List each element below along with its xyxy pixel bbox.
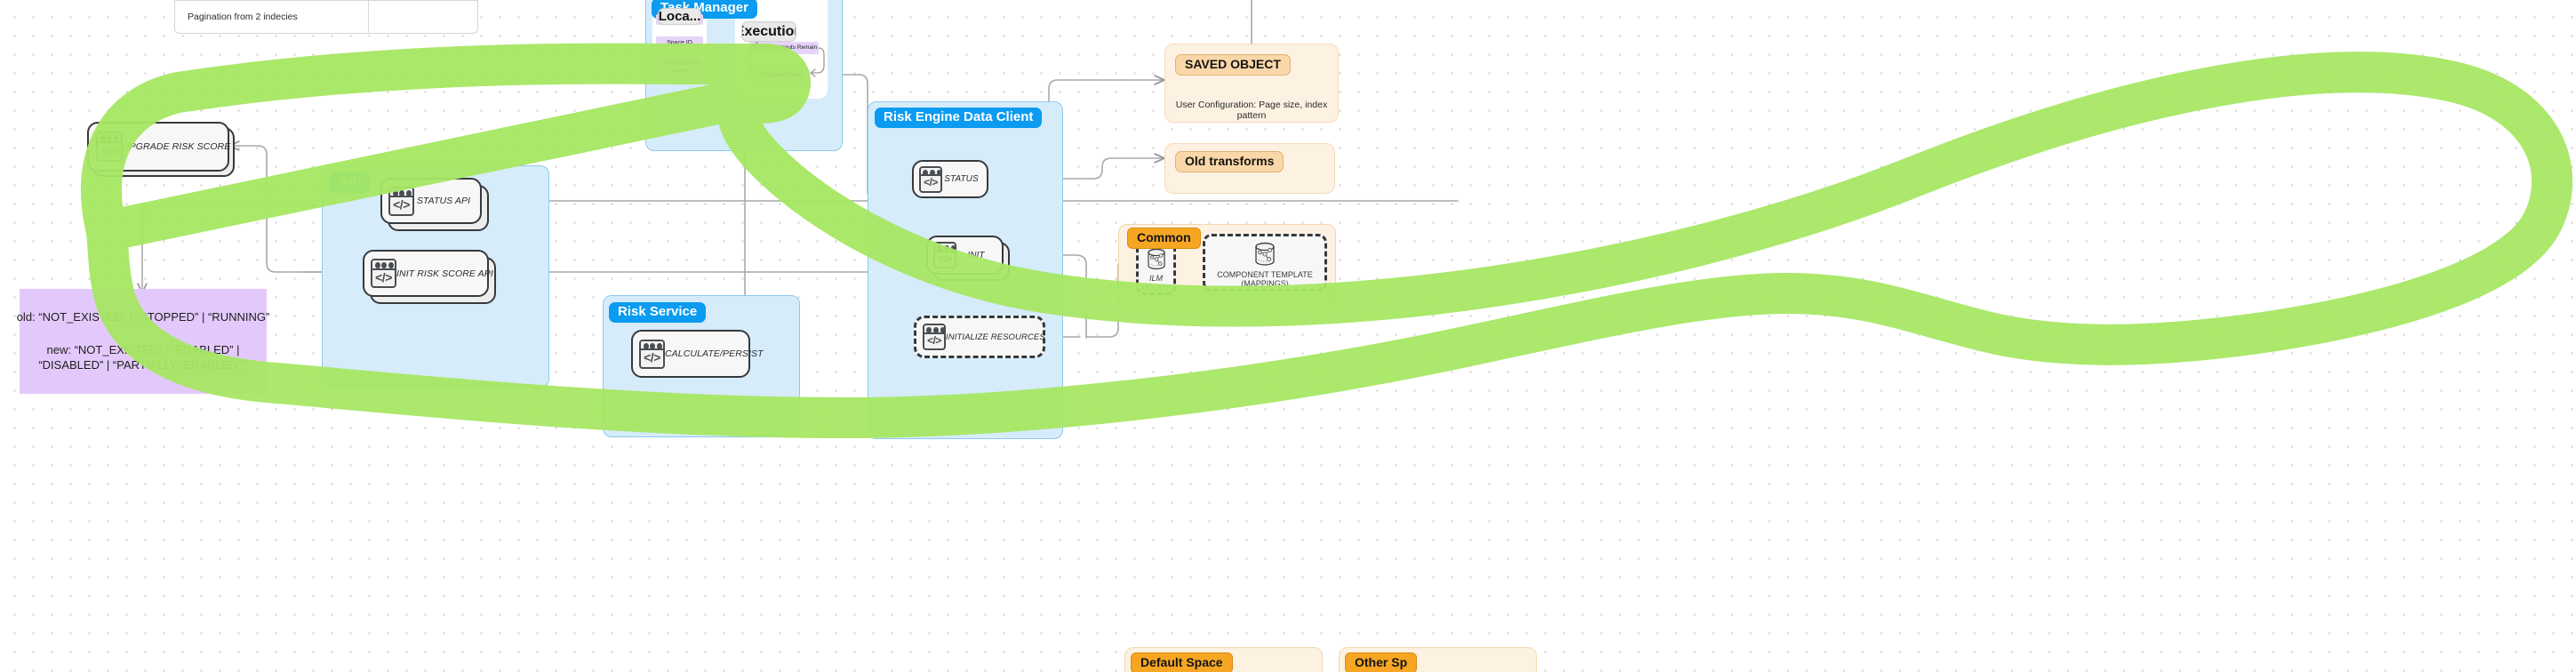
- execution-pill[interactable]: Execution: [741, 21, 796, 42]
- state-chip-space-id: Space ID: [656, 36, 703, 52]
- database-icon: [1147, 248, 1165, 270]
- card-label: STATUS API: [416, 196, 471, 206]
- card-label: INIT: [967, 250, 985, 260]
- saved-object-caption: User Configuration: Page size, index pat…: [1175, 100, 1328, 121]
- card-calculate-persist[interactable]: </> CALCULATE/PERSIST: [631, 330, 764, 378]
- card-label: INIT RISK SCORE API: [396, 268, 493, 279]
- group-label-risk-service: Risk Service: [609, 302, 707, 323]
- code-window-icon: </>: [371, 259, 396, 288]
- question-cell: Pagination from 2 indecies: [188, 11, 298, 22]
- tile-component-template[interactable]: COMPONENT TEMPLATE (MAPPINGS): [1203, 234, 1327, 292]
- tile-label: COMPONENT TEMPLATE (MAPPINGS): [1217, 269, 1313, 288]
- tile-label: ILM POLICY: [1141, 274, 1172, 292]
- note-old-line: old: “NOT_EXISTED” | “STOPPED” | “RUNNIN…: [16, 310, 270, 324]
- note-status-values[interactable]: old: “NOT_EXISTED” | “STOPPED” | “RUNNIN…: [16, 289, 270, 394]
- card-label: INITIALIZE RESOURCES: [946, 332, 1045, 342]
- card-upgrade-risk-score[interactable]: </> UPGRADE RISK SCORE: [87, 122, 231, 172]
- card-init[interactable]: </> INIT: [926, 236, 1004, 275]
- answer-cell[interactable]: [368, 1, 477, 33]
- code-window-icon: </>: [919, 165, 942, 193]
- code-window-icon: </>: [923, 324, 946, 350]
- label-saved-object: SAVED OBJECT: [1175, 54, 1291, 76]
- box-saved-object[interactable]: SAVED OBJECT User Configuration: Page si…: [1164, 44, 1339, 123]
- state-chip-last-execution-context: Last Execution Context: [656, 56, 703, 80]
- note-new-line: new: “NOT_EXISTED” | “ENABLED” | “DISABL…: [38, 343, 248, 372]
- group-label-other-space: Other Sp: [1345, 652, 1418, 672]
- group-label-risk-engine-data-client: Risk Engine Data Client: [875, 108, 1043, 128]
- code-window-icon: </>: [639, 339, 665, 369]
- code-window-icon: </>: [388, 186, 414, 216]
- group-label-default-space: Default Space: [1131, 652, 1233, 672]
- card-status[interactable]: </> STATUS: [912, 160, 988, 198]
- database-icon: [1255, 242, 1275, 266]
- questions-table: Should we show status of tasks execution…: [174, 0, 478, 34]
- whiteboard-canvas[interactable]: Should we show status of tasks execution…: [0, 0, 2576, 672]
- box-old-transforms[interactable]: Old transforms: [1164, 143, 1335, 194]
- card-status-api[interactable]: </> STATUS API: [380, 178, 482, 224]
- card-label: STATUS: [944, 174, 979, 184]
- code-window-icon: </>: [933, 242, 956, 268]
- card-label: CALCULATE/PERSIST: [665, 348, 764, 359]
- group-label-common: Common: [1127, 228, 1201, 249]
- code-window-icon: </>: [96, 132, 123, 162]
- state-truncated-pill[interactable]: Loca...: [658, 8, 701, 25]
- label-old-transforms: Old transforms: [1175, 151, 1284, 172]
- card-init-risk-score-api[interactable]: </> INIT RISK SCORE API: [363, 250, 493, 297]
- card-label: UPGRADE RISK SCORE: [123, 141, 231, 152]
- group-label-api: API: [330, 172, 371, 193]
- table-row: Pagination from 2 indecies: [175, 0, 477, 33]
- card-initialize-resources[interactable]: </> INITIALIZE RESOURCES: [914, 316, 1045, 358]
- execution-loop-arrows: [748, 38, 825, 77]
